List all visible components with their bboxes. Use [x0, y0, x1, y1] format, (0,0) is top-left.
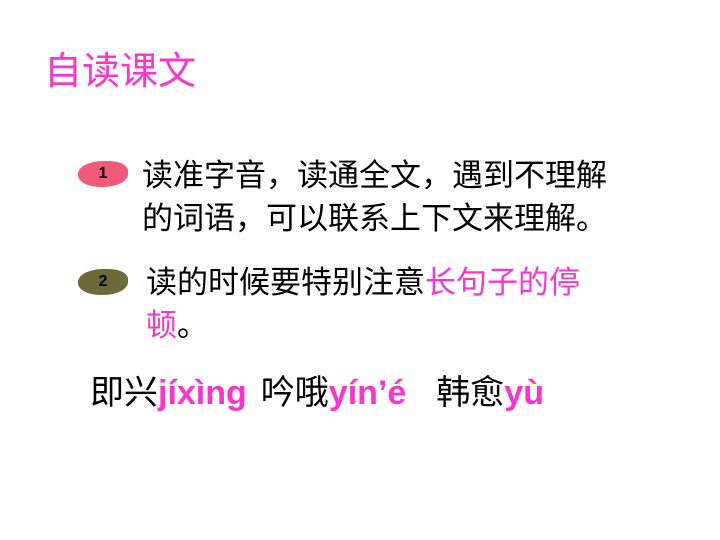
instruction-2-plain-text: 读的时候要特别注意	[146, 265, 425, 301]
instruction-2-highlight-text: 长句子的停	[425, 265, 580, 301]
vocab-pinyin-3: yù	[504, 374, 544, 412]
number-badge-1: 1	[78, 161, 128, 187]
vocab-word-1: 即兴	[90, 373, 158, 413]
number-badge-2: 2	[78, 269, 128, 295]
vocab-word-2: 吟哦	[260, 373, 329, 413]
instruction-item-2: 读的时候要特别注意长句子的停 顿。	[146, 262, 706, 348]
instruction-2-line-2: 顿。	[146, 305, 706, 348]
number-badge-1-label: 1	[98, 165, 108, 182]
number-badge-2-label: 2	[98, 273, 108, 290]
vocab-pinyin-2: yín’é	[328, 374, 407, 412]
instruction-2-period: 。	[177, 308, 208, 344]
instruction-1-line-1: 读准字音，读通全文，遇到不理解	[142, 158, 607, 194]
instruction-2-line-1: 读的时候要特别注意长句子的停	[146, 262, 706, 305]
vocabulary-row: 即兴jíxìng 吟哦yín’é 韩愈yù	[90, 370, 544, 416]
instruction-item-1: 读准字音，读通全文，遇到不理解 的词语，可以联系上下文来理解。	[142, 155, 702, 241]
instruction-1-line-2: 的词语，可以联系上下文来理解。	[142, 201, 607, 237]
slide: 自读课文 1 读准字音，读通全文，遇到不理解 的词语，可以联系上下文来理解。 2…	[0, 0, 720, 540]
instruction-2-highlight-continued: 顿	[146, 308, 177, 344]
vocab-word-3: 韩愈	[436, 373, 505, 413]
slide-title: 自读课文	[44, 49, 197, 93]
vocab-pinyin-1: jíxìng	[158, 374, 247, 412]
